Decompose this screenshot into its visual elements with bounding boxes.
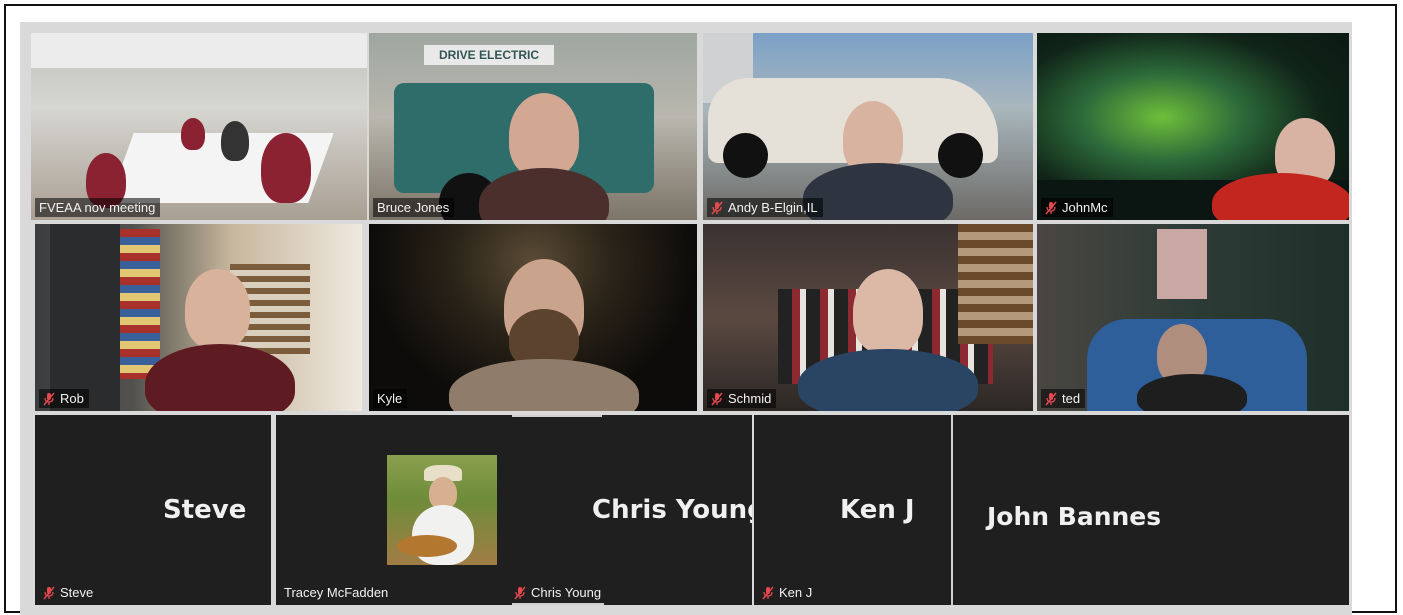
participant-name: Ken J: [779, 585, 813, 600]
aurora-background: [1037, 33, 1349, 220]
name-tag: FVEAA nov meeting: [35, 198, 161, 217]
name-tag: JohnMc: [1041, 198, 1113, 217]
name-tag: Tracey McFadden: [280, 583, 393, 602]
office-scene: [35, 224, 362, 411]
video-tile-johnmc[interactable]: JohnMc: [1037, 33, 1349, 220]
mic-off-icon: [514, 586, 526, 599]
name-tag: Andy B-Elgin,IL: [707, 198, 823, 217]
video-tile-kyle[interactable]: Kyle: [369, 224, 697, 411]
participant-name: Rob: [60, 391, 84, 406]
name-tile-chris-young[interactable]: Chris Young Chris Young: [506, 415, 752, 605]
name-tile-tracey[interactable]: Tracey McFadden: [276, 415, 506, 605]
profile-photo: [387, 455, 497, 565]
participant-display-name: John Bannes: [987, 502, 1162, 531]
participant-name: Steve: [60, 585, 94, 600]
name-tile-steve[interactable]: Steve Steve: [35, 415, 271, 605]
video-tile-fveaa[interactable]: FVEAA nov meeting: [31, 33, 367, 220]
mic-off-icon: [762, 586, 774, 599]
participant-name: Tracey McFadden: [284, 585, 389, 600]
name-tag: Steve: [39, 583, 98, 602]
name-tag: Rob: [39, 389, 89, 408]
driveway-scene: [703, 33, 1033, 220]
video-tile-rob[interactable]: Rob: [35, 224, 362, 411]
participant-display-name: Ken J: [840, 495, 915, 525]
name-tag: Schmid: [707, 389, 777, 408]
participant-name: FVEAA nov meeting: [39, 200, 156, 215]
participant-name: JohnMc: [1062, 200, 1108, 215]
name-tile-john-bannes[interactable]: John Bannes: [953, 415, 1349, 605]
dim-room-scene: [1037, 224, 1349, 411]
name-tag: Kyle: [373, 389, 408, 408]
participant-display-name: Steve: [163, 495, 247, 525]
participant-name: Bruce Jones: [377, 200, 450, 215]
mic-off-icon: [711, 201, 723, 214]
name-tag: Ken J: [758, 583, 817, 602]
car-show-scene: DRIVE ELECTRIC: [369, 33, 697, 220]
video-tile-andy[interactable]: Andy B-Elgin,IL: [703, 33, 1033, 220]
name-tag: Chris Young: [510, 583, 606, 602]
mic-off-icon: [711, 392, 723, 405]
participant-name: Andy B-Elgin,IL: [728, 200, 818, 215]
participant-name: Schmid: [728, 391, 772, 406]
participant-name: Chris Young: [531, 585, 602, 600]
mic-off-icon: [43, 392, 55, 405]
video-tile-bruce-jones[interactable]: DRIVE ELECTRIC Bruce Jones: [369, 33, 697, 220]
name-tile-ken-j[interactable]: Ken J Ken J: [754, 415, 951, 605]
mic-off-icon: [1045, 201, 1057, 214]
participant-display-name: Chris Young: [592, 495, 752, 525]
participant-name: Kyle: [377, 391, 403, 406]
name-tag: Bruce Jones: [373, 198, 455, 217]
meeting-room-scene: [31, 33, 367, 220]
video-tile-schmid[interactable]: Schmid: [703, 224, 1033, 411]
sparkle-background: [369, 224, 697, 411]
participant-name: ted: [1062, 391, 1081, 406]
video-tile-ted[interactable]: ted: [1037, 224, 1349, 411]
living-room-scene: [703, 224, 1033, 411]
drive-electric-sign: DRIVE ELECTRIC: [424, 45, 554, 65]
mic-off-icon: [43, 586, 55, 599]
mic-off-icon: [1045, 392, 1057, 405]
name-tag: ted: [1041, 389, 1086, 408]
